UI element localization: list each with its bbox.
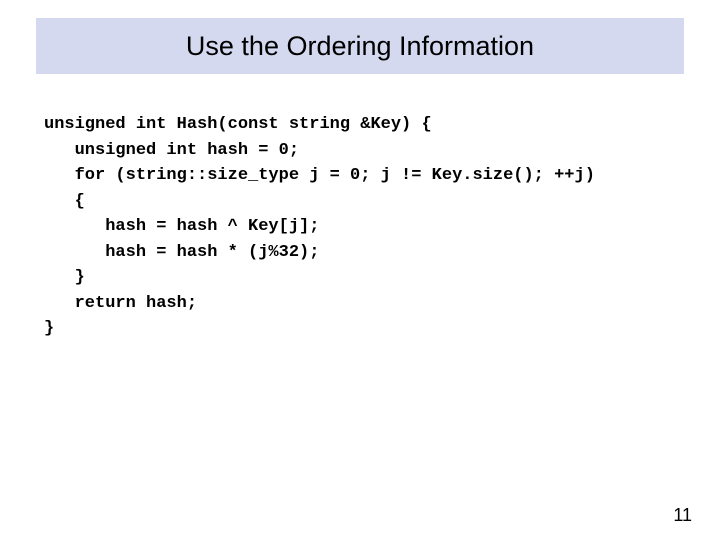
code-line-7: } <box>44 268 85 287</box>
code-line-5: hash = hash ^ Key[j]; <box>44 217 319 236</box>
code-line-9: } <box>44 319 54 338</box>
slide-title: Use the Ordering Information <box>186 31 534 62</box>
code-line-8: return hash; <box>44 294 197 313</box>
code-line-3: for (string::size_type j = 0; j != Key.s… <box>44 166 595 185</box>
title-bar: Use the Ordering Information <box>36 18 684 74</box>
code-line-1: unsigned int Hash(const string &Key) { <box>44 115 432 134</box>
code-line-4: { <box>44 192 85 211</box>
code-line-6: hash = hash * (j%32); <box>44 243 319 262</box>
slide: Use the Ordering Information unsigned in… <box>0 0 720 540</box>
page-number: 11 <box>673 505 692 526</box>
code-line-2: unsigned int hash = 0; <box>44 141 299 160</box>
code-block: unsigned int Hash(const string &Key) { u… <box>44 112 684 342</box>
